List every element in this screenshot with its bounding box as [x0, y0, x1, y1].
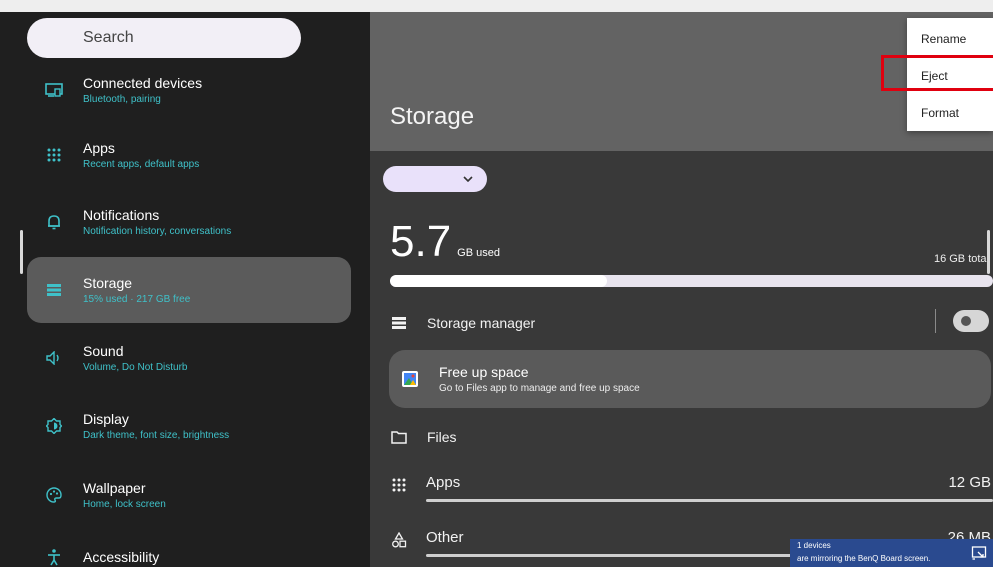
free-up-space-title: Free up space — [439, 364, 529, 380]
category-size: 12 GB — [948, 474, 991, 491]
sidebar-item-title: Accessibility — [83, 548, 160, 565]
files-app-icon — [401, 370, 419, 388]
storage-total: 16 GB total — [933, 253, 989, 265]
sidebar-scroll-indicator — [20, 230, 23, 274]
sidebar-item-title: Storage — [83, 274, 133, 291]
sidebar-item-accessibility[interactable]: Accessibility — [27, 524, 351, 567]
main-scroll-indicator — [987, 230, 990, 274]
sidebar-item-subtitle: Dark theme, font size, brightness — [83, 429, 230, 441]
storage-used-summary: 5.7 GB used — [390, 217, 500, 267]
cast-icon — [971, 545, 987, 561]
speaker-icon — [44, 348, 64, 368]
volume-selector-dropdown[interactable] — [383, 166, 487, 192]
category-usage-line — [426, 499, 993, 502]
shapes-icon — [390, 531, 408, 549]
category-label: Apps — [426, 474, 461, 491]
accessibility-icon — [44, 547, 64, 567]
volume-options-menu: Rename Eject Format — [907, 18, 993, 131]
screen-mirroring-badge[interactable]: 1 devices are mirroring the BenQ Board s… — [790, 539, 993, 567]
search-icon — [45, 29, 63, 47]
sidebar-item-subtitle: 15% used · 217 GB free — [83, 293, 191, 305]
storage-used-unit: GB used — [457, 247, 500, 259]
apps-grid-icon — [390, 476, 408, 494]
sidebar-item-title: Sound — [83, 342, 124, 359]
storage-usage-bar — [390, 275, 993, 287]
folder-icon — [390, 428, 408, 446]
files-label: Files — [427, 429, 457, 445]
menu-item-label: Format — [921, 105, 960, 120]
menu-item-rename[interactable]: Rename — [907, 20, 993, 57]
sidebar-item-title: Display — [83, 410, 129, 427]
sidebar-item-subtitle: Home, lock screen — [83, 498, 166, 510]
storage-usage-fill — [390, 275, 608, 287]
sidebar-item-connected-devices[interactable]: Connected devices Bluetooth, pairing — [27, 57, 351, 123]
toggle-divider — [935, 309, 936, 333]
menu-item-eject[interactable]: Eject — [907, 57, 993, 94]
connected-devices-icon — [44, 80, 64, 100]
apps-grid-icon — [44, 145, 64, 165]
sidebar-item-display[interactable]: Display Dark theme, font size, brightnes… — [27, 393, 351, 459]
sidebar-item-sound[interactable]: Sound Volume, Do Not Disturb — [27, 325, 351, 391]
menu-item-label: Rename — [921, 31, 967, 46]
sidebar-item-title: Connected devices — [83, 74, 203, 91]
chevron-down-icon — [463, 176, 473, 182]
toggle-knob — [961, 316, 971, 326]
mirroring-status-text: are mirroring the BenQ Board screen. — [797, 554, 931, 563]
storage-category-apps[interactable]: Apps 12 GB — [370, 466, 993, 506]
free-up-space-subtitle: Go to Files app to manage and free up sp… — [439, 383, 640, 394]
storage-manager-row[interactable]: Storage manager — [370, 305, 993, 341]
storage-manager-label: Storage manager — [427, 315, 536, 331]
menu-item-format[interactable]: Format — [907, 94, 993, 131]
search-bar[interactable]: Search — [27, 18, 301, 58]
storage-manager-toggle[interactable] — [953, 310, 989, 332]
sidebar-item-notifications[interactable]: Notifications Notification history, conv… — [27, 189, 351, 255]
sidebar-item-subtitle: Notification history, conversations — [83, 225, 232, 237]
sidebar-item-wallpaper[interactable]: Wallpaper Home, lock screen — [27, 462, 351, 528]
sidebar-item-subtitle: Volume, Do Not Disturb — [83, 361, 188, 373]
files-row[interactable]: Files — [370, 419, 993, 455]
storage-used-value: 5.7 — [390, 217, 452, 266]
sidebar-item-title: Notifications — [83, 206, 160, 223]
sidebar-item-apps[interactable]: Apps Recent apps, default apps — [27, 122, 351, 188]
storage-icon — [44, 280, 64, 300]
palette-icon — [44, 485, 64, 505]
top-strip — [0, 0, 993, 12]
category-label: Other — [426, 529, 464, 546]
bell-icon — [44, 212, 64, 232]
brightness-icon — [44, 416, 64, 436]
storage-manager-icon — [390, 314, 408, 332]
mirroring-device-count: 1 devices — [797, 541, 831, 550]
sidebar-item-title: Wallpaper — [83, 479, 146, 496]
sidebar-item-subtitle: Bluetooth, pairing — [83, 93, 161, 105]
sidebar-item-title: Apps — [83, 139, 115, 156]
sidebar-item-storage[interactable]: Storage 15% used · 217 GB free — [27, 257, 351, 323]
settings-sidebar: Search Connected devices Bluetooth, pair… — [0, 12, 370, 567]
storage-panel: Storage 5.7 GB used 16 GB total Storage m… — [370, 12, 993, 567]
search-placeholder: Search — [83, 29, 134, 46]
menu-item-label: Eject — [921, 68, 948, 83]
page-title: Storage — [390, 103, 475, 130]
sidebar-item-subtitle: Recent apps, default apps — [83, 158, 200, 170]
free-up-space-card[interactable]: Free up space Go to Files app to manage … — [389, 350, 991, 408]
